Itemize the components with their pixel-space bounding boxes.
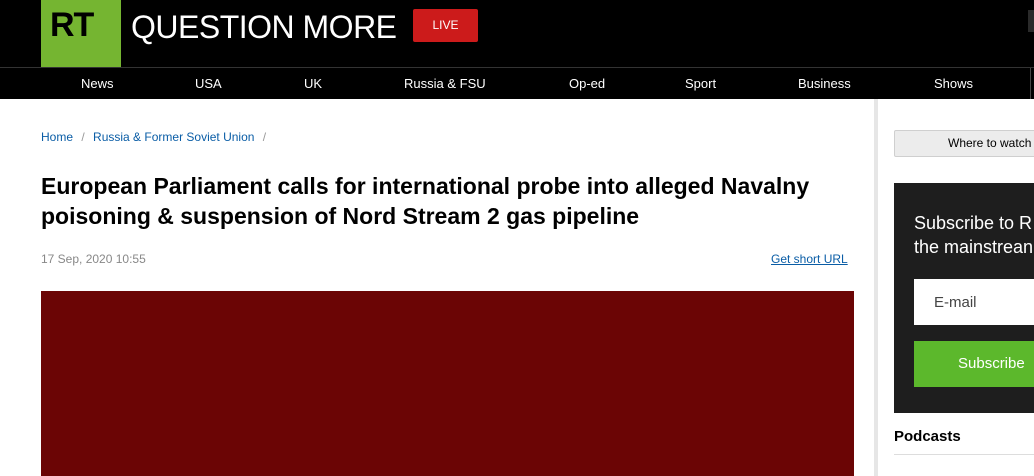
logo-text: RT (50, 6, 94, 44)
breadcrumb-separator: / (81, 130, 85, 144)
nav-item-sport[interactable]: Sport (685, 68, 716, 100)
rt-logo[interactable]: RT (41, 0, 121, 67)
subscribe-text-line-2: the mainstrean (914, 237, 1034, 257)
email-input[interactable] (914, 279, 1034, 325)
breadcrumb-russia[interactable]: Russia & Former Soviet Union (93, 130, 254, 144)
where-to-watch-button[interactable]: Where to watch (894, 130, 1034, 157)
article-headline: European Parliament calls for internatio… (41, 173, 810, 229)
nav-edge (1030, 68, 1034, 100)
nav-item-usa[interactable]: USA (195, 68, 222, 100)
article-hero-image[interactable] (41, 291, 854, 476)
nav-item-russia-fsu[interactable]: Russia & FSU (404, 68, 486, 100)
nav-item-op-ed[interactable]: Op-ed (569, 68, 605, 100)
article-content: Home / Russia & Former Soviet Union / Eu… (0, 99, 874, 476)
breadcrumb: Home / Russia & Former Soviet Union / (41, 130, 271, 144)
nav-item-uk[interactable]: UK (304, 68, 322, 100)
site-tagline: QUESTION MORE (131, 9, 397, 45)
header-edge (1028, 10, 1034, 32)
sidebar: Where to watch Subscribe to R the mainst… (878, 99, 1034, 476)
breadcrumb-separator: / (262, 130, 267, 144)
site-header: RT QUESTION MORE LIVE (0, 0, 1034, 67)
subscribe-text-line-1: Subscribe to R (914, 213, 1033, 233)
article-date: 17 Sep, 2020 10:55 (41, 252, 146, 266)
nav-item-business[interactable]: Business (798, 68, 851, 100)
live-button[interactable]: LIVE (413, 9, 478, 42)
subscribe-box: Subscribe to R the mainstrean Subscribe (894, 183, 1034, 413)
get-short-url-link[interactable]: Get short URL (771, 252, 848, 266)
subscribe-button[interactable]: Subscribe (914, 341, 1034, 387)
podcasts-divider (894, 454, 1034, 455)
nav-item-news[interactable]: News (81, 68, 114, 100)
podcasts-heading[interactable]: Podcasts (894, 428, 961, 445)
subscribe-text: Subscribe to R the mainstrean (914, 211, 1034, 259)
main-nav: News USA UK Russia & FSU Op-ed Sport Bus… (0, 67, 1034, 100)
nav-item-shows[interactable]: Shows (934, 68, 973, 100)
breadcrumb-home[interactable]: Home (41, 130, 73, 144)
